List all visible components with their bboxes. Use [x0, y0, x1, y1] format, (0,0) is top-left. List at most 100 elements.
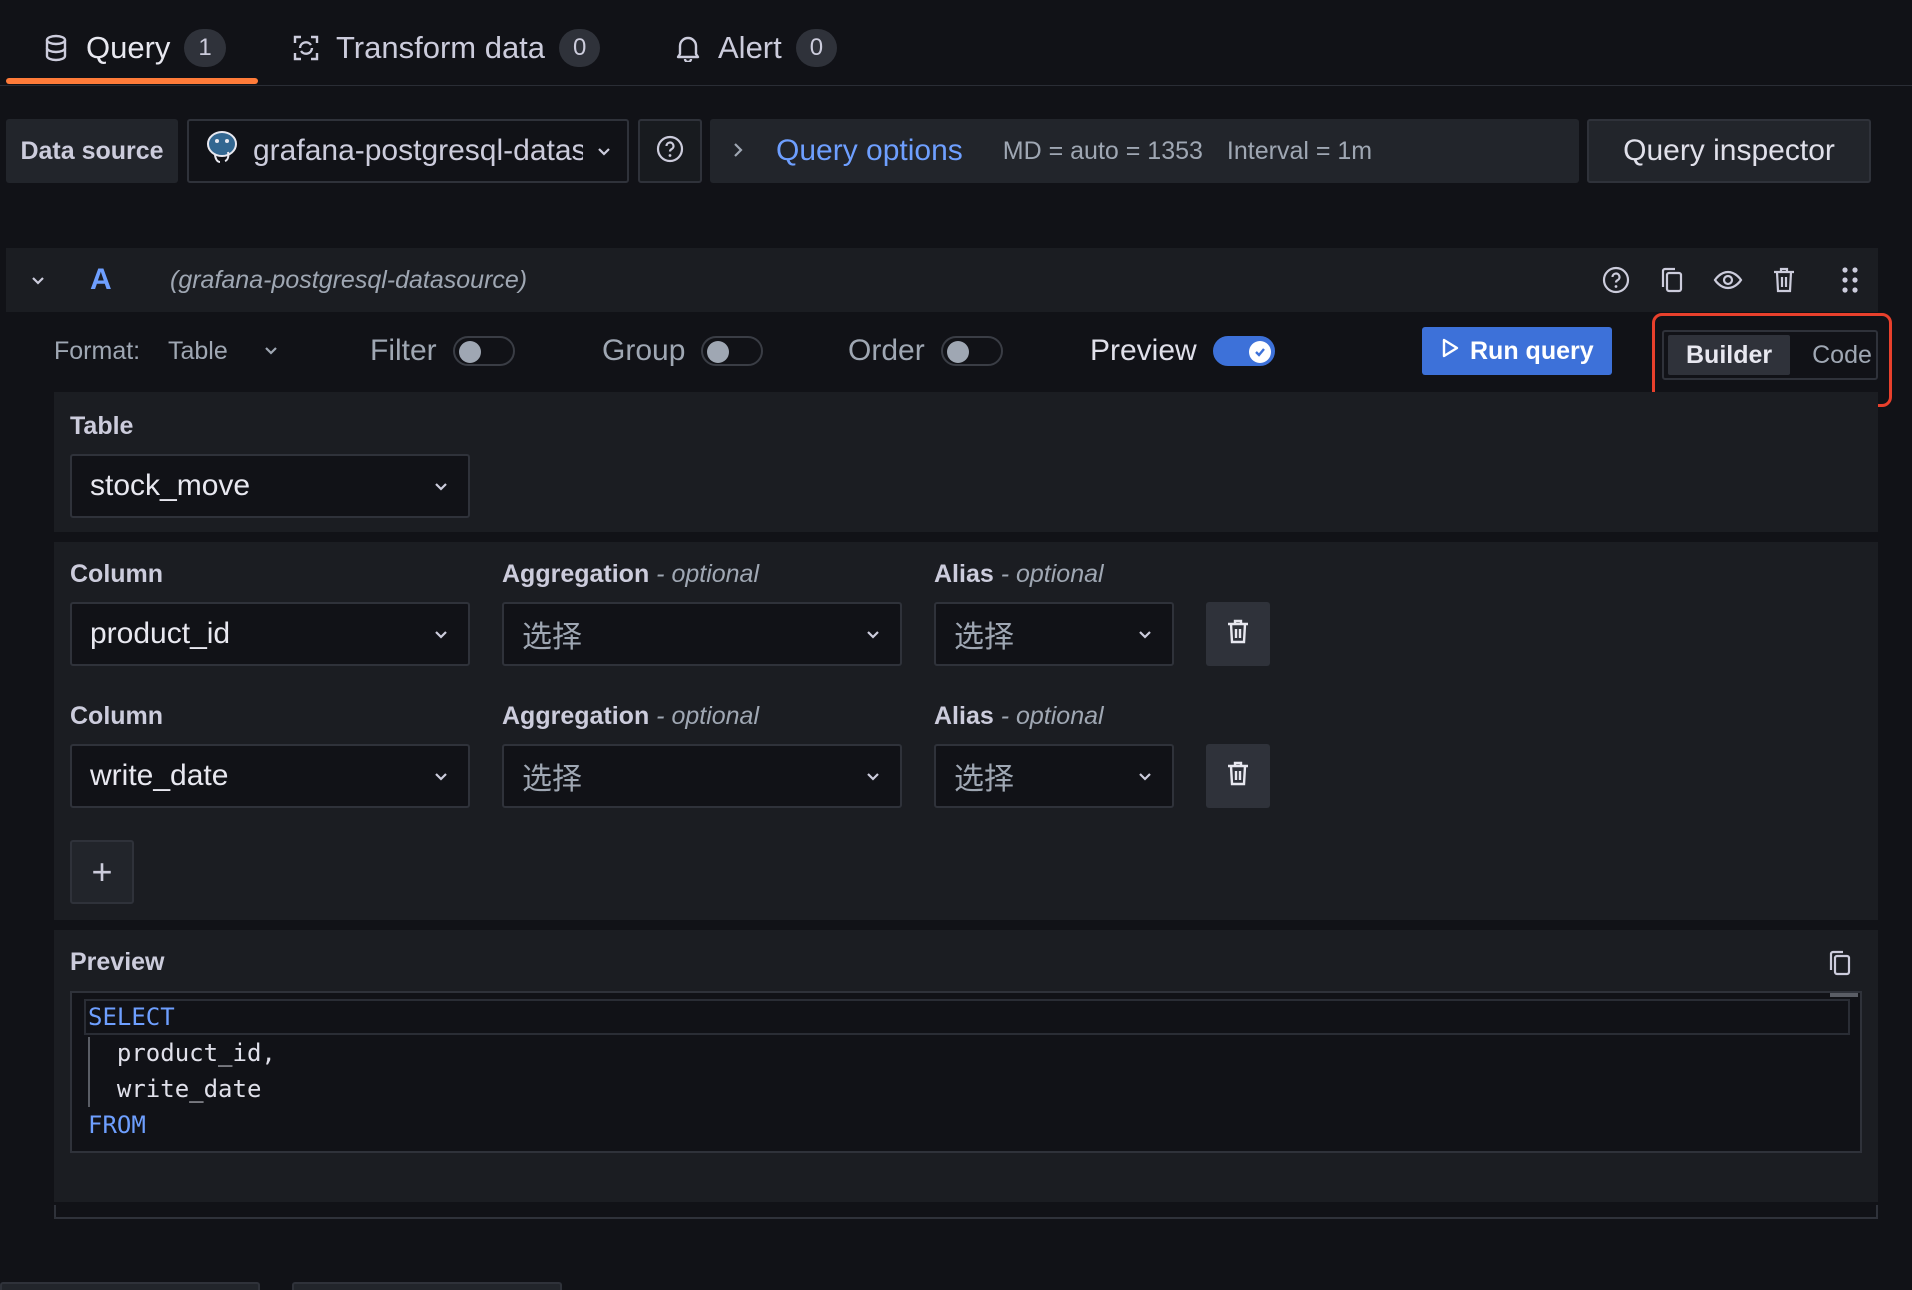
code-mode-button[interactable]: Code [1794, 335, 1890, 375]
remove-column-button[interactable] [1206, 744, 1270, 808]
datasource-help-button[interactable] [638, 119, 702, 183]
aggregation-select[interactable]: 选择 [502, 744, 902, 808]
help-icon [655, 134, 685, 169]
run-query-label: Run query [1470, 336, 1594, 365]
bottom-button[interactable] [0, 1282, 260, 1290]
bell-icon [672, 32, 704, 64]
table-select[interactable]: stock_move [70, 454, 470, 518]
alias-select[interactable]: 选择 [934, 602, 1174, 666]
aggregation-placeholder: 选择 [522, 621, 582, 654]
query-ref-id[interactable]: A [70, 263, 170, 297]
tab-alert-count: 0 [795, 29, 838, 67]
chevron-right-icon [730, 137, 746, 166]
max-data-points-text: MD = auto = 1353 [1002, 136, 1203, 165]
code-line: product_id, [88, 1039, 276, 1067]
alias-placeholder: 选择 [954, 763, 1014, 796]
alias-placeholder: 选择 [954, 621, 1014, 654]
query-datasource-name: (grafana-postgresql-datasource) [170, 265, 528, 294]
code-line: FROM [88, 1111, 146, 1139]
group-switch[interactable] [701, 336, 764, 366]
trash-icon[interactable] [1768, 264, 1800, 296]
table-section: Table stock_move [54, 392, 1878, 532]
order-toggle[interactable]: Order [848, 322, 1003, 380]
filter-switch[interactable] [452, 336, 515, 366]
trash-icon [1226, 618, 1250, 651]
format-label: Format: [54, 336, 141, 365]
table-label: Table [70, 412, 134, 440]
column-label: Column [70, 702, 164, 730]
chevron-down-icon [864, 759, 882, 793]
alias-label: Alias - optional [934, 702, 1104, 730]
datasource-picker[interactable]: grafana-postgresql-datasource [187, 119, 629, 183]
code-line: write_date [88, 1075, 262, 1103]
order-label: Order [848, 334, 925, 367]
column-select[interactable]: product_id [70, 602, 470, 666]
preview-toggle[interactable]: Preview [1090, 322, 1275, 380]
alias-label: Alias - optional [934, 560, 1104, 588]
table-value: stock_move [90, 469, 251, 502]
tab-query-label: Query [86, 30, 171, 65]
drag-handle-icon[interactable] [1834, 264, 1866, 296]
datasource-value: grafana-postgresql-datasource [253, 134, 583, 167]
eye-icon[interactable] [1712, 264, 1744, 296]
remove-column-button[interactable] [1206, 602, 1270, 666]
chevron-down-icon [864, 617, 882, 651]
tab-query[interactable]: Query 1 [40, 18, 226, 78]
trash-icon [1226, 760, 1250, 793]
help-icon[interactable] [1600, 264, 1632, 296]
query-row-header: A (grafana-postgresql-datasource) [6, 248, 1878, 312]
format-value: Table [168, 336, 228, 365]
chevron-down-icon [432, 469, 450, 503]
collapse-chevron-icon[interactable] [6, 271, 70, 289]
bottom-button[interactable] [292, 1282, 562, 1290]
scrollbar[interactable] [1830, 993, 1858, 997]
column-label: Column [70, 560, 164, 588]
active-tab-indicator [6, 78, 258, 84]
tab-transform-data[interactable]: Transform data 0 [290, 18, 601, 78]
column-select[interactable]: write_date [70, 744, 470, 808]
columns-section: Column product_id Aggregation - optional… [54, 542, 1878, 920]
tab-query-count: 1 [184, 29, 226, 67]
column-value: product_id [90, 617, 231, 650]
alias-select[interactable]: 选择 [934, 744, 1174, 808]
aggregation-placeholder: 选择 [522, 763, 582, 796]
format-select[interactable]: Table [168, 322, 280, 380]
chevron-down-icon [432, 617, 450, 651]
chevron-down-icon [1136, 759, 1154, 793]
order-switch[interactable] [940, 336, 1003, 366]
copy-icon[interactable] [1826, 948, 1854, 983]
current-line-highlight [84, 999, 1850, 1035]
tab-alert-label: Alert [718, 30, 782, 65]
aggregation-select[interactable]: 选择 [502, 602, 902, 666]
tab-transform-label: Transform data [336, 30, 546, 65]
query-inspector-button[interactable]: Query inspector [1587, 119, 1871, 183]
query-options-title: Query options [776, 134, 963, 167]
chevron-down-icon [595, 134, 613, 168]
filter-toggle[interactable]: Filter [370, 322, 515, 380]
aggregation-label: Aggregation - optional [502, 702, 760, 730]
builder-mode-button[interactable]: Builder [1668, 335, 1791, 375]
tab-transform-count: 0 [559, 29, 601, 67]
preview-switch[interactable] [1212, 336, 1275, 366]
editor-mode-switch: Builder Code [1662, 330, 1878, 380]
chevron-down-icon [262, 337, 280, 366]
preview-title: Preview [70, 948, 165, 976]
run-query-button[interactable]: Run query [1422, 327, 1612, 375]
postgresql-icon [203, 128, 241, 174]
group-label: Group [602, 334, 686, 367]
column-value: write_date [90, 759, 229, 792]
play-icon [1440, 337, 1460, 366]
tab-alert[interactable]: Alert 0 [672, 18, 838, 78]
database-icon [40, 32, 72, 64]
add-column-button[interactable]: + [70, 840, 134, 904]
group-toggle[interactable]: Group [602, 322, 764, 380]
interval-text: Interval = 1m [1226, 136, 1373, 165]
sql-preview-code[interactable]: SELECT product_id, write_date FROM [70, 991, 1862, 1153]
transform-icon [290, 32, 322, 64]
code-line: SELECT [88, 1003, 175, 1031]
duplicate-icon[interactable] [1656, 264, 1688, 296]
editor-bottom-border [54, 1205, 1878, 1219]
filter-label: Filter [370, 334, 437, 367]
query-options-bar[interactable]: Query options MD = auto = 1353 Interval … [710, 119, 1579, 183]
chevron-down-icon [432, 759, 450, 793]
